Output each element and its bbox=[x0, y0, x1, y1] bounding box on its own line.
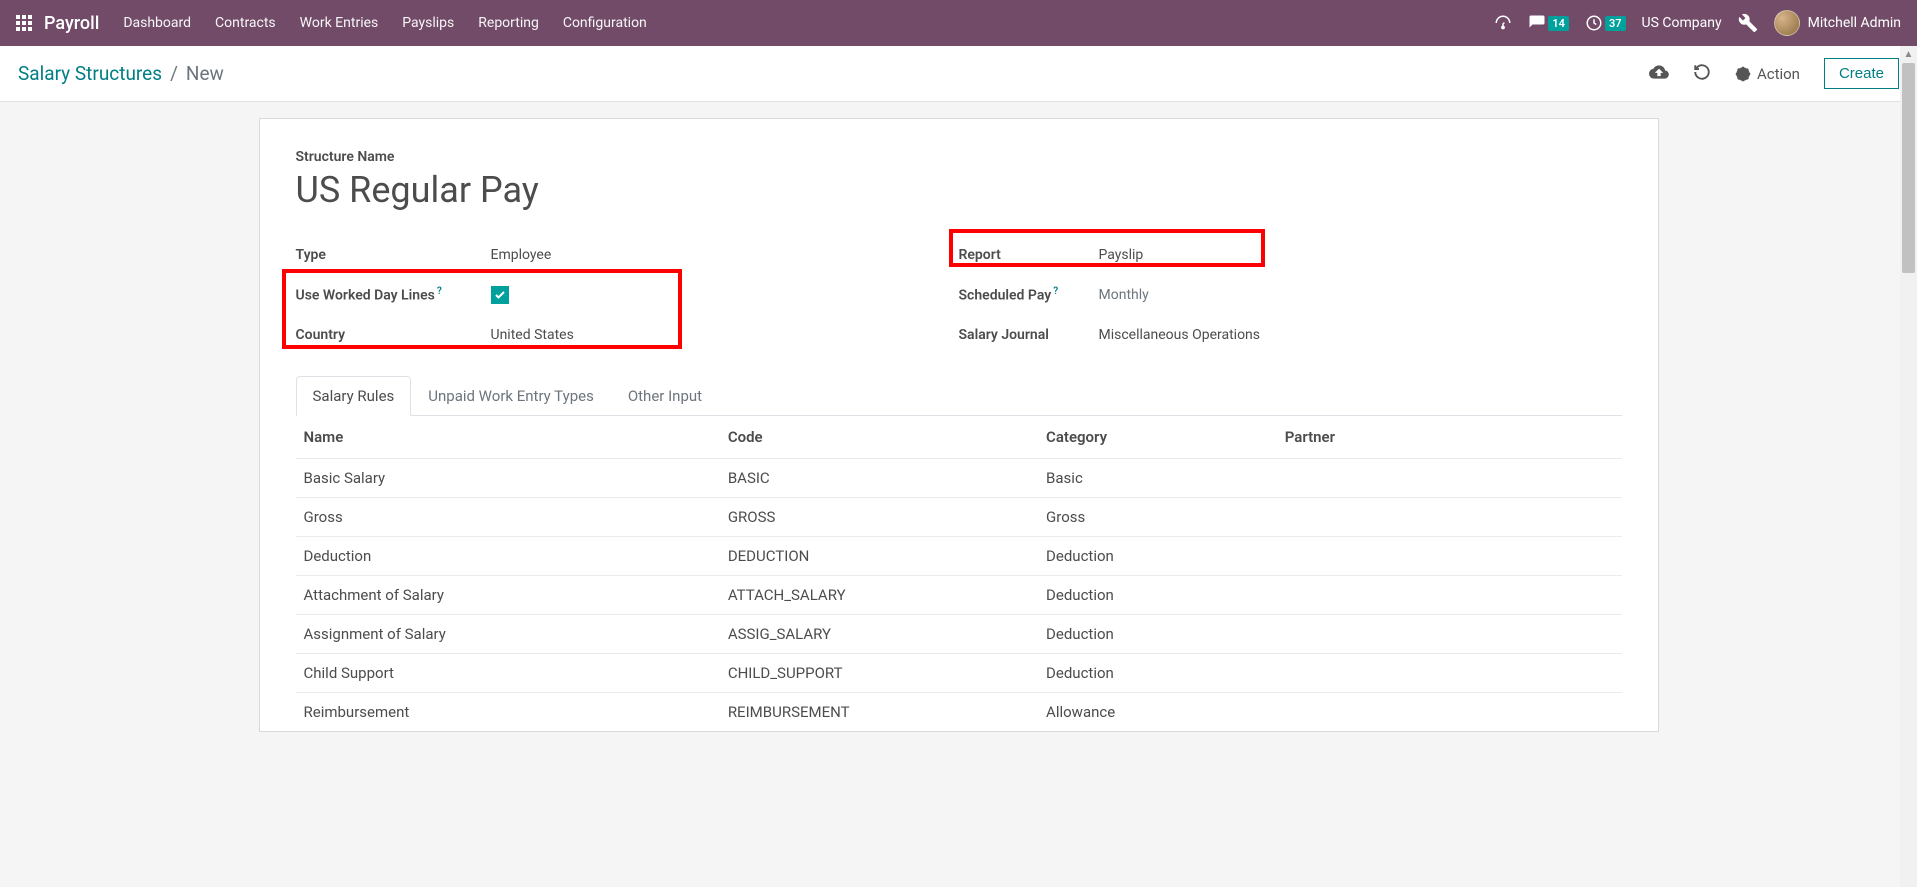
main-nav: Dashboard Contracts Work Entries Payslip… bbox=[123, 15, 646, 31]
cell-name: Basic Salary bbox=[296, 459, 720, 498]
cell-name: Gross bbox=[296, 498, 720, 537]
cell-code: ASSIG_SALARY bbox=[720, 615, 1038, 654]
type-label: Type bbox=[296, 247, 491, 263]
cell-category: Deduction bbox=[1038, 537, 1277, 576]
breadcrumb-current: New bbox=[186, 62, 224, 85]
cell-category: Allowance bbox=[1038, 693, 1277, 732]
avatar bbox=[1774, 10, 1800, 36]
breadcrumb: Salary Structures / New bbox=[18, 62, 224, 85]
cell-code: CHILD_SUPPORT bbox=[720, 654, 1038, 693]
messages-icon[interactable]: 14 bbox=[1528, 14, 1569, 32]
tab-salary-rules[interactable]: Salary Rules bbox=[296, 376, 412, 416]
cell-code: GROSS bbox=[720, 498, 1038, 537]
structure-name-label: Structure Name bbox=[296, 149, 1622, 165]
col-header-partner[interactable]: Partner bbox=[1277, 416, 1622, 459]
cell-partner bbox=[1277, 537, 1622, 576]
debug-icon[interactable] bbox=[1738, 13, 1758, 33]
cell-category: Deduction bbox=[1038, 615, 1277, 654]
report-value[interactable]: Payslip bbox=[1099, 247, 1144, 263]
left-column: Type Employee Use Worked Day Lines? Coun… bbox=[296, 235, 959, 355]
cell-partner bbox=[1277, 576, 1622, 615]
col-header-code[interactable]: Code bbox=[720, 416, 1038, 459]
cell-name: Reimbursement bbox=[296, 693, 720, 732]
user-menu[interactable]: Mitchell Admin bbox=[1774, 10, 1901, 36]
country-value[interactable]: United States bbox=[491, 327, 574, 343]
cell-category: Deduction bbox=[1038, 654, 1277, 693]
apps-icon[interactable] bbox=[16, 15, 32, 31]
table-row[interactable]: Basic SalaryBASICBasic bbox=[296, 459, 1622, 498]
cell-partner bbox=[1277, 498, 1622, 537]
notebook-tabs: Salary Rules Unpaid Work Entry Types Oth… bbox=[296, 375, 1622, 416]
activities-icon[interactable]: 37 bbox=[1585, 14, 1626, 32]
help-icon[interactable]: ? bbox=[1053, 286, 1058, 297]
cell-category: Deduction bbox=[1038, 576, 1277, 615]
nav-payslips[interactable]: Payslips bbox=[402, 15, 454, 31]
salary-journal-value[interactable]: Miscellaneous Operations bbox=[1099, 327, 1261, 343]
report-label: Report bbox=[959, 247, 1099, 263]
action-label: Action bbox=[1757, 65, 1800, 83]
cell-partner bbox=[1277, 654, 1622, 693]
table-row[interactable]: DeductionDEDUCTIONDeduction bbox=[296, 537, 1622, 576]
cell-category: Basic bbox=[1038, 459, 1277, 498]
cell-code: ATTACH_SALARY bbox=[720, 576, 1038, 615]
nav-contracts[interactable]: Contracts bbox=[215, 15, 276, 31]
cell-code: BASIC bbox=[720, 459, 1038, 498]
topbar-right: 14 37 US Company Mitchell Admin bbox=[1494, 10, 1901, 36]
salary-rules-table: Name Code Category Partner Basic SalaryB… bbox=[296, 416, 1622, 731]
table-row[interactable]: Assignment of SalaryASSIG_SALARYDeductio… bbox=[296, 615, 1622, 654]
nav-configuration[interactable]: Configuration bbox=[563, 15, 647, 31]
nav-reporting[interactable]: Reporting bbox=[478, 15, 539, 31]
control-panel: Salary Structures / New Action Create bbox=[0, 46, 1917, 102]
top-navbar: Payroll Dashboard Contracts Work Entries… bbox=[0, 0, 1917, 46]
salary-journal-label: Salary Journal bbox=[959, 327, 1099, 343]
cell-name: Assignment of Salary bbox=[296, 615, 720, 654]
cell-code: DEDUCTION bbox=[720, 537, 1038, 576]
cell-name: Child Support bbox=[296, 654, 720, 693]
scroll-thumb[interactable] bbox=[1902, 63, 1915, 273]
tab-other-input[interactable]: Other Input bbox=[611, 376, 719, 416]
scheduled-pay-label: Scheduled Pay? bbox=[959, 286, 1099, 304]
form-sheet: Structure Name US Regular Pay Type Emplo… bbox=[259, 118, 1659, 732]
scrollbar[interactable]: ▲ bbox=[1900, 46, 1917, 887]
table-row[interactable]: Child SupportCHILD_SUPPORTDeduction bbox=[296, 654, 1622, 693]
scroll-up-icon[interactable]: ▲ bbox=[1900, 46, 1917, 63]
use-worked-day-lines-label: Use Worked Day Lines? bbox=[296, 286, 491, 304]
cell-category: Gross bbox=[1038, 498, 1277, 537]
cell-code: REIMBURSEMENT bbox=[720, 693, 1038, 732]
username: Mitchell Admin bbox=[1808, 15, 1901, 31]
nav-work-entries[interactable]: Work Entries bbox=[300, 15, 379, 31]
company-selector[interactable]: US Company bbox=[1642, 15, 1722, 31]
breadcrumb-parent[interactable]: Salary Structures bbox=[18, 62, 162, 85]
messages-badge: 14 bbox=[1548, 16, 1569, 31]
type-value[interactable]: Employee bbox=[491, 247, 552, 263]
scheduled-pay-value[interactable]: Monthly bbox=[1099, 287, 1149, 303]
tab-unpaid-work-entry-types[interactable]: Unpaid Work Entry Types bbox=[411, 376, 611, 416]
cell-partner bbox=[1277, 693, 1622, 732]
discard-icon[interactable] bbox=[1693, 63, 1711, 85]
structure-name-value[interactable]: US Regular Pay bbox=[296, 169, 1622, 211]
breadcrumb-separator: / bbox=[170, 62, 178, 85]
cell-partner bbox=[1277, 615, 1622, 654]
country-label: Country bbox=[296, 327, 491, 343]
right-column: Report Payslip Scheduled Pay? Monthly Sa… bbox=[959, 235, 1622, 355]
help-icon[interactable]: ? bbox=[437, 286, 442, 297]
action-menu[interactable]: Action bbox=[1735, 65, 1800, 83]
activities-badge: 37 bbox=[1605, 16, 1626, 31]
nav-dashboard[interactable]: Dashboard bbox=[123, 15, 191, 31]
table-row[interactable]: ReimbursementREIMBURSEMENTAllowance bbox=[296, 693, 1622, 732]
cloud-upload-icon[interactable] bbox=[1649, 62, 1669, 86]
cell-name: Deduction bbox=[296, 537, 720, 576]
col-header-category[interactable]: Category bbox=[1038, 416, 1277, 459]
voip-icon[interactable] bbox=[1494, 14, 1512, 32]
app-name[interactable]: Payroll bbox=[44, 13, 99, 34]
col-header-name[interactable]: Name bbox=[296, 416, 720, 459]
table-row[interactable]: Attachment of SalaryATTACH_SALARYDeducti… bbox=[296, 576, 1622, 615]
use-worked-day-lines-checkbox[interactable] bbox=[491, 286, 509, 304]
create-button[interactable]: Create bbox=[1824, 58, 1899, 89]
cell-name: Attachment of Salary bbox=[296, 576, 720, 615]
table-row[interactable]: GrossGROSSGross bbox=[296, 498, 1622, 537]
cell-partner bbox=[1277, 459, 1622, 498]
